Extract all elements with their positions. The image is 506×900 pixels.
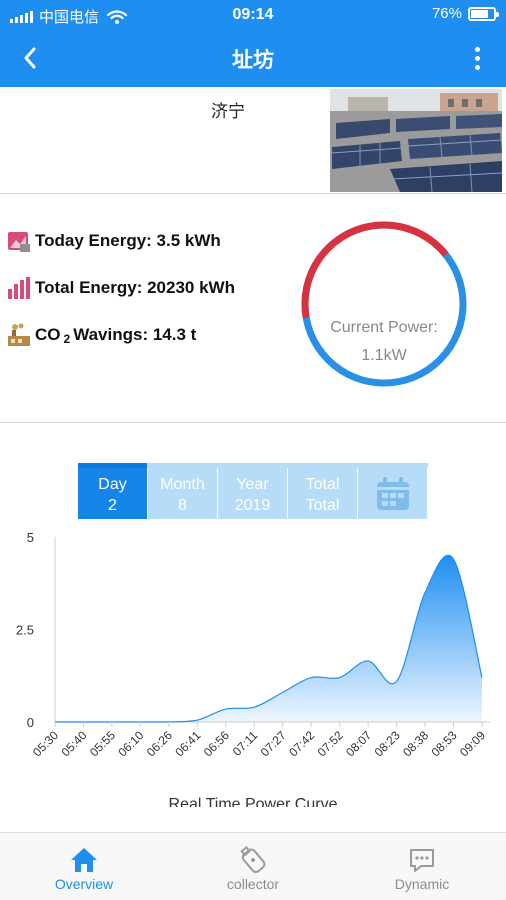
station-photo	[330, 89, 502, 192]
bar-chart-icon	[8, 277, 30, 299]
x-tick-label: 07:27	[258, 728, 289, 759]
x-tick-label: 08:07	[343, 728, 374, 759]
today-energy-row: Today Energy: 3.5 kWh	[6, 228, 221, 254]
x-tick-label: 08:38	[400, 728, 431, 759]
power-curve-chart: 0 2.5 5 05:30 05:40 05:55 06:10 06:26 06:41 06:56…	[0, 520, 506, 810]
chart-title: Real Time Power Curve	[168, 796, 338, 807]
x-tick-label: 05:30	[30, 728, 61, 759]
current-power-gauge: Current Power: 1.1kW	[299, 219, 469, 389]
co2-subscript: 2	[63, 332, 71, 346]
y-tick-label: 5	[27, 530, 34, 545]
total-energy-row: Total Energy: 20230 kWh	[6, 275, 235, 301]
tab-month-value: 8	[178, 497, 187, 514]
x-tick-label: 06:26	[144, 728, 175, 759]
x-tick-label: 08:53	[429, 728, 460, 759]
tab-day[interactable]: Day 2	[78, 468, 147, 519]
co2-prefix: CO	[35, 325, 61, 344]
tabbar-collector-label: collector	[226, 876, 280, 892]
status-bar: 中国电信 09:14 76%	[0, 0, 506, 30]
tabbar-collector[interactable]: collector	[169, 833, 337, 900]
y-tick-label: 0	[27, 715, 34, 730]
co2-savings-text: Wavings: 14.3 t	[73, 325, 197, 344]
status-right: 76%	[431, 5, 499, 22]
battery-percent: 76%	[431, 5, 462, 22]
tab-total-value: Total	[305, 497, 340, 514]
tab-month[interactable]: Month 8	[148, 468, 217, 519]
status-time: 09:14	[232, 6, 274, 23]
x-tick-label: 08:23	[372, 728, 403, 759]
app-header: 中国电信 09:14 76% 址坊	[0, 0, 506, 87]
x-tick-label: 05:40	[58, 728, 89, 759]
co2-row: CO 2 Wavings: 14.3 t	[6, 322, 196, 348]
y-tick-label: 2.5	[16, 623, 34, 638]
tab-year-label: Year	[236, 476, 269, 493]
page-title: 址坊	[232, 48, 274, 72]
x-tick-label: 06:56	[201, 728, 232, 759]
tab-day-label: Day	[98, 476, 127, 493]
x-tick-label: 07:42	[286, 728, 317, 759]
nav-bar: 址坊	[0, 30, 506, 87]
tabbar-dynamic-label: Dynamic	[394, 876, 450, 892]
collector-icon	[240, 845, 266, 874]
tabbar-dynamic[interactable]: Dynamic	[338, 833, 506, 900]
tabbar-overview[interactable]: Overview	[0, 833, 168, 900]
tabbar-overview-label: Overview	[54, 876, 114, 892]
tab-day-value: 2	[108, 497, 117, 514]
tab-total[interactable]: Total Total	[288, 468, 357, 519]
home-icon	[71, 848, 97, 872]
total-energy-text: Total Energy: 20230 kWh	[35, 278, 235, 297]
x-tick-label: 06:10	[115, 728, 146, 759]
current-power-value: 1.1kW	[361, 347, 407, 364]
calendar-icon	[376, 477, 409, 510]
period-tabs: Day 2 Month 8 Year 2019 Total Total	[78, 463, 428, 519]
x-tick-label: 09:09	[457, 728, 488, 759]
power-area	[55, 555, 482, 722]
today-energy-text: Today Energy: 3.5 kWh	[35, 231, 221, 250]
bottom-tab-bar: Overview collector Dynamic	[0, 832, 506, 900]
more-dot-icon	[474, 64, 480, 70]
x-tick-label: 07:11	[230, 728, 261, 759]
x-tick-label: 07:52	[315, 728, 346, 759]
battery-icon	[468, 6, 499, 21]
tab-year[interactable]: Year 2019	[218, 468, 287, 519]
factory-icon	[8, 323, 30, 346]
tab-year-value: 2019	[234, 497, 271, 514]
station-info: 济宁	[0, 87, 506, 194]
energy-chart-icon	[8, 232, 30, 252]
chat-icon	[410, 849, 434, 872]
power-curve-svg: 0 2.5 5 05:3005:4005:5506:1006:2606:4106:56…	[16, 530, 490, 759]
more-menu-button[interactable]	[462, 42, 492, 74]
more-dot-icon	[474, 55, 480, 61]
more-dot-icon	[474, 46, 480, 52]
calendar-button[interactable]	[358, 468, 427, 519]
energy-stats: Today Energy: 3.5 kWh Total Energy: 2023…	[0, 195, 506, 423]
x-tick-label: 06:41	[172, 728, 203, 759]
tab-month-label: Month	[160, 476, 205, 493]
x-tick-label: 05:55	[87, 728, 118, 759]
tab-total-label: Total	[305, 476, 340, 493]
current-power-label: Current Power:	[330, 319, 438, 336]
